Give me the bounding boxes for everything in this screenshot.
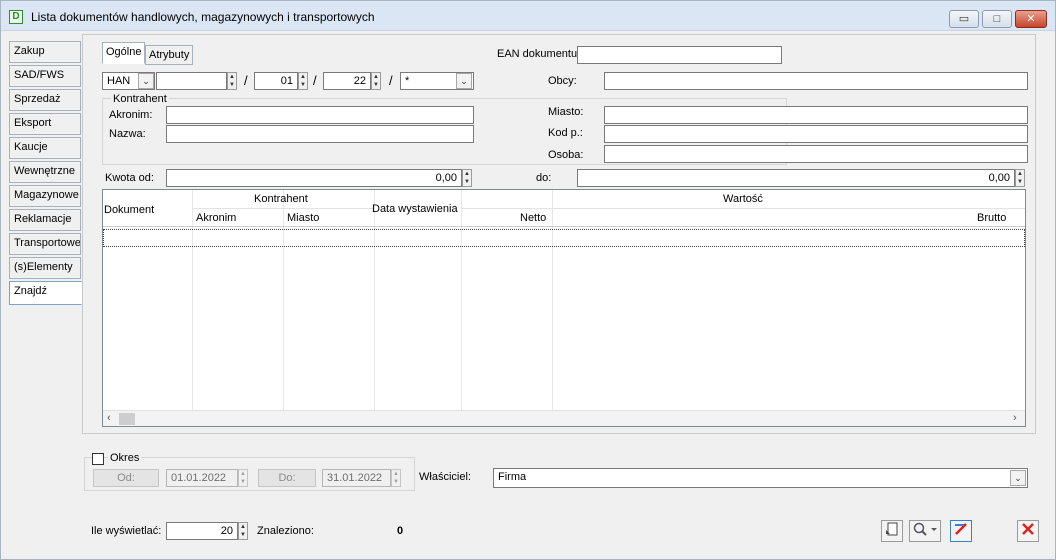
- sidebar-item-selementy[interactable]: (s)Elementy: [9, 257, 81, 279]
- doc-year-input[interactable]: 22: [323, 72, 371, 90]
- sidebar-item-sad-fws[interactable]: SAD/FWS: [9, 65, 81, 87]
- osoba-label: Osoba:: [548, 149, 584, 161]
- sidebar-item-reklamacje[interactable]: Reklamacje: [9, 209, 81, 231]
- okres-label: Okres: [108, 452, 142, 464]
- okres-checkbox[interactable]: [92, 453, 104, 465]
- do-date-input[interactable]: 31.01.2022: [322, 469, 391, 487]
- window-close-button[interactable]: ✕: [1015, 10, 1047, 28]
- kod-label: Kod p.:: [548, 127, 583, 139]
- doc-number-spinner[interactable]: ▲ ▼: [227, 72, 237, 90]
- documents-table[interactable]: Dokument Kontrahent Akronim Miasto Data …: [102, 189, 1026, 427]
- kwota-od-label: Kwota od:: [105, 172, 154, 184]
- separator-3: /: [389, 73, 393, 88]
- wlasciciel-select[interactable]: Firma: [493, 468, 1028, 488]
- ile-label: Ile wyświetlać:: [91, 525, 162, 537]
- sidebar-item-eksport[interactable]: Eksport: [9, 113, 81, 135]
- ean-input[interactable]: [577, 46, 782, 64]
- header-group-wartosc: Wartość: [723, 193, 763, 205]
- scroll-thumb[interactable]: [119, 413, 135, 425]
- chevron-down-icon[interactable]: ⌄: [456, 73, 472, 89]
- od-date-spinner[interactable]: ▲ ▼: [238, 469, 248, 487]
- focused-empty-row[interactable]: [103, 229, 1025, 247]
- doc-year-spinner[interactable]: ▲ ▼: [371, 72, 381, 90]
- header-bottom: [103, 226, 1025, 227]
- chevron-down-icon[interactable]: ⌄: [1010, 470, 1026, 486]
- nazwa-input[interactable]: [166, 125, 474, 143]
- ile-input[interactable]: 20: [166, 522, 238, 540]
- kwota-do-label: do:: [536, 172, 552, 184]
- app-icon: D: [9, 10, 23, 24]
- header-akronim[interactable]: Akronim: [196, 212, 236, 224]
- kod-input[interactable]: [604, 125, 1028, 143]
- miasto-label: Miasto:: [548, 106, 584, 118]
- do-button[interactable]: Do:: [258, 469, 316, 487]
- od-button[interactable]: Od:: [93, 469, 159, 487]
- kwota-do-spinner[interactable]: ▲ ▼: [1015, 169, 1025, 187]
- header-netto[interactable]: Netto: [520, 212, 546, 224]
- window-title: Lista dokumentów handlowych, magazynowyc…: [31, 10, 375, 24]
- od-date-input[interactable]: 01.01.2022: [166, 469, 238, 487]
- ean-label: EAN dokumentu:: [497, 48, 581, 60]
- sidebar-item-zakup[interactable]: Zakup: [9, 41, 81, 63]
- obcy-label: Obcy:: [548, 75, 577, 87]
- znaleziono-label: Znaleziono:: [257, 525, 314, 537]
- col-divider: [461, 190, 462, 411]
- obcy-input[interactable]: [604, 72, 1028, 90]
- sidebar-item-transportowe[interactable]: Transportowe: [9, 233, 81, 255]
- header-group-kontrahent: Kontrahent: [254, 193, 308, 205]
- header-brutto[interactable]: Brutto: [977, 212, 1006, 224]
- clear-filter-icon[interactable]: [950, 520, 972, 542]
- kwota-od-spinner[interactable]: ▲ ▼: [462, 169, 472, 187]
- doc-number-input[interactable]: [156, 72, 227, 90]
- title-bar: D Lista dokumentów handlowych, magazynow…: [1, 1, 1055, 31]
- chevron-down-icon[interactable]: ⌄: [138, 73, 154, 89]
- wlasciciel-label: Właściciel:: [419, 471, 471, 483]
- tab-ogolne[interactable]: Ogólne: [102, 42, 146, 64]
- col-divider: [374, 190, 375, 411]
- header-data-wystawienia[interactable]: Data wystawienia: [372, 203, 458, 215]
- close-x-icon[interactable]: [1017, 520, 1039, 542]
- kontrahent-group-label: Kontrahent: [111, 93, 169, 105]
- do-date-spinner[interactable]: ▲ ▼: [391, 469, 401, 487]
- sidebar-item-magazynowe[interactable]: Magazynowe: [9, 185, 81, 207]
- sidebar-item-znajdz[interactable]: Znajdź: [9, 281, 82, 305]
- export-list-icon[interactable]: [881, 520, 903, 542]
- header-divider: [192, 208, 374, 209]
- minimize-button[interactable]: ▭: [949, 10, 979, 28]
- scroll-left-icon[interactable]: ‹: [107, 412, 111, 424]
- col-divider: [192, 190, 193, 411]
- col-divider: [283, 190, 284, 411]
- osoba-input[interactable]: [604, 145, 1028, 163]
- sidebar-item-wewnetrzne[interactable]: Wewnętrzne: [9, 161, 81, 183]
- header-divider: [461, 208, 1025, 209]
- search-magnifier-icon[interactable]: [909, 520, 941, 542]
- miasto-input[interactable]: [604, 106, 1028, 124]
- tab-atrybuty[interactable]: Atrybuty: [145, 45, 194, 65]
- horizontal-scrollbar[interactable]: ‹ ›: [103, 410, 1025, 426]
- main-window: D Lista dokumentów handlowych, magazynow…: [0, 0, 1056, 560]
- doc-month-spinner[interactable]: ▲ ▼: [298, 72, 308, 90]
- ile-spinner[interactable]: ▲ ▼: [238, 522, 248, 540]
- header-dokument[interactable]: Dokument: [104, 204, 154, 216]
- col-divider: [552, 190, 553, 411]
- sidebar-item-sprzedaz[interactable]: Sprzedaż: [9, 89, 81, 111]
- kwota-do-input[interactable]: 0,00: [577, 169, 1015, 187]
- znaleziono-value: 0: [397, 525, 404, 537]
- header-miasto[interactable]: Miasto: [287, 212, 319, 224]
- separator-1: /: [244, 73, 248, 88]
- sidebar-item-kaucje[interactable]: Kaucje: [9, 137, 81, 159]
- akronim-input[interactable]: [166, 106, 474, 124]
- nazwa-label: Nazwa:: [109, 128, 146, 140]
- scroll-right-icon[interactable]: ›: [1013, 412, 1017, 424]
- kwota-od-input[interactable]: 0,00: [166, 169, 462, 187]
- doc-month-input[interactable]: 01: [254, 72, 298, 90]
- maximize-button[interactable]: □: [982, 10, 1012, 28]
- akronim-label: Akronim:: [109, 109, 153, 121]
- separator-2: /: [313, 73, 317, 88]
